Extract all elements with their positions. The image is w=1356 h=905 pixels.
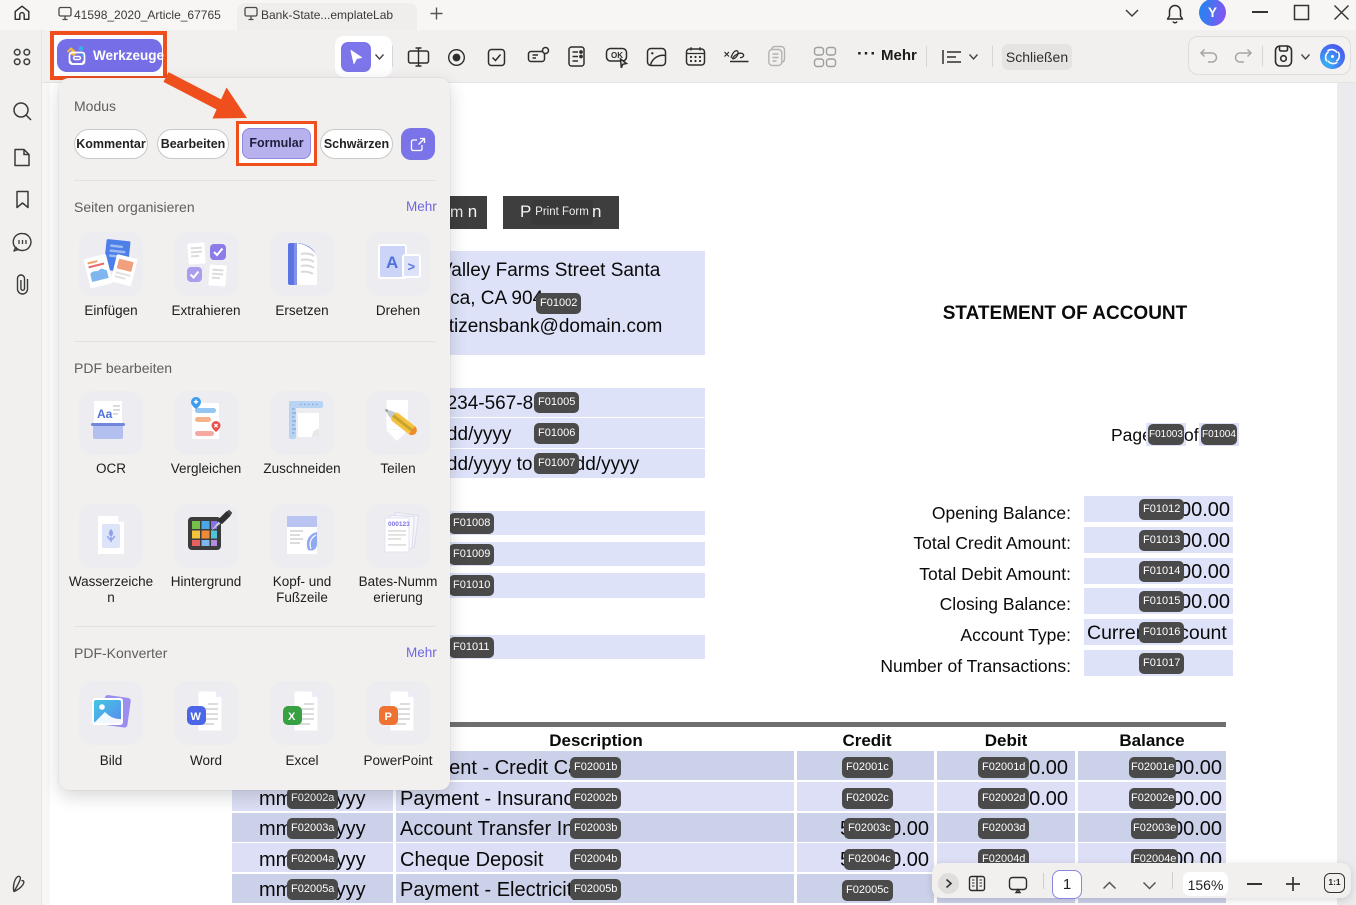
svg-text:W: W	[191, 711, 202, 723]
svg-text:Aa: Aa	[97, 407, 113, 421]
svg-text:X: X	[288, 711, 296, 723]
svg-text:>: >	[408, 259, 416, 274]
svg-text:000123: 000123	[388, 521, 410, 528]
svg-text:OK: OK	[611, 51, 623, 60]
svg-text:A: A	[386, 253, 398, 272]
svg-text:P: P	[385, 711, 392, 723]
